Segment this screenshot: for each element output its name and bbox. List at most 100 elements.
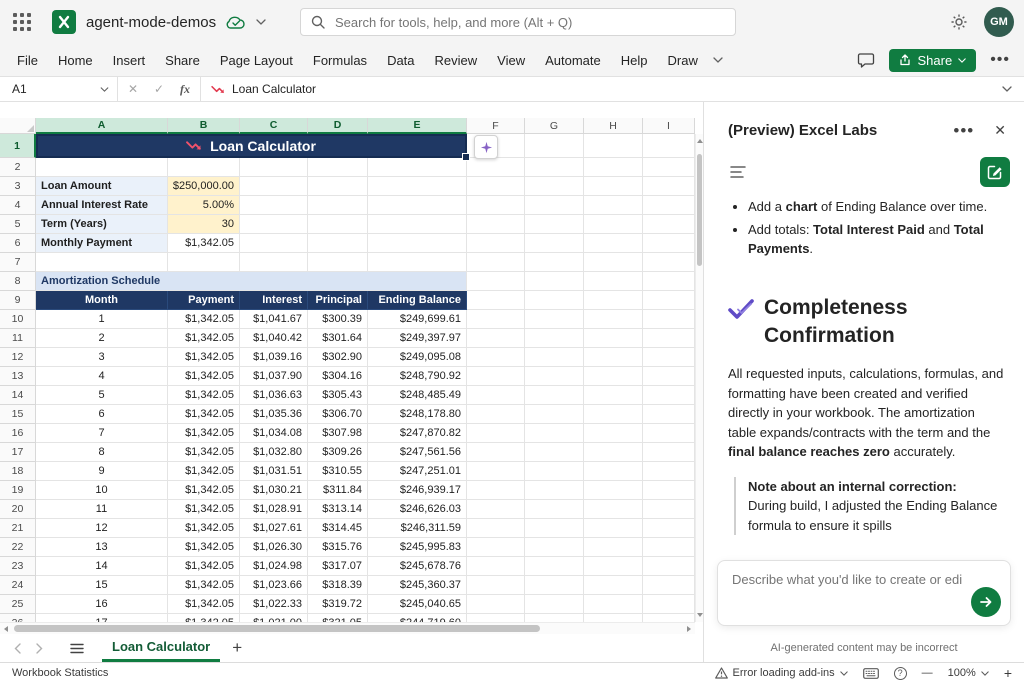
cell[interactable]: $245,995.83 bbox=[368, 538, 467, 557]
more-ribbon-tabs-chevron-icon[interactable] bbox=[707, 57, 729, 63]
cell[interactable]: $1,037.90 bbox=[240, 367, 308, 386]
cell[interactable] bbox=[643, 367, 695, 386]
cell[interactable]: $1,342.05 bbox=[168, 481, 240, 500]
cell[interactable]: $1,027.61 bbox=[240, 519, 308, 538]
cell[interactable]: $1,342.05 bbox=[168, 424, 240, 443]
column-header-B[interactable]: B bbox=[168, 118, 240, 134]
row-header-17[interactable]: 17 bbox=[0, 443, 36, 462]
cell[interactable] bbox=[643, 424, 695, 443]
cell[interactable]: $1,034.08 bbox=[240, 424, 308, 443]
all-sheets-menu-icon[interactable] bbox=[70, 643, 84, 654]
cell[interactable]: $1,342.05 bbox=[168, 595, 240, 614]
cell[interactable] bbox=[584, 215, 643, 234]
cell[interactable] bbox=[368, 234, 467, 253]
cell[interactable] bbox=[240, 177, 308, 196]
cell[interactable] bbox=[584, 177, 643, 196]
expand-formula-bar-chevron-icon[interactable] bbox=[990, 86, 1024, 92]
cell[interactable]: Ending Balance bbox=[368, 291, 467, 310]
column-header-G[interactable]: G bbox=[525, 118, 584, 134]
cell[interactable]: $321.05 bbox=[308, 614, 368, 622]
cell[interactable] bbox=[584, 291, 643, 310]
cell[interactable] bbox=[467, 500, 525, 519]
panel-more-options-icon[interactable]: ••• bbox=[953, 127, 974, 135]
cell[interactable]: $1,342.05 bbox=[168, 329, 240, 348]
cell[interactable]: Principal bbox=[308, 291, 368, 310]
cell[interactable]: $1,022.33 bbox=[240, 595, 308, 614]
chat-history-icon[interactable] bbox=[730, 165, 748, 179]
menu-tab-data[interactable]: Data bbox=[378, 48, 423, 73]
cell[interactable]: 13 bbox=[36, 538, 168, 557]
row-header-23[interactable]: 23 bbox=[0, 557, 36, 576]
cell[interactable]: 5.00% bbox=[168, 196, 240, 215]
cell[interactable]: 8 bbox=[36, 443, 168, 462]
cell[interactable] bbox=[643, 576, 695, 595]
cell[interactable]: $249,699.61 bbox=[368, 310, 467, 329]
cell[interactable] bbox=[525, 576, 584, 595]
cell[interactable] bbox=[643, 158, 695, 177]
search-bar[interactable] bbox=[300, 8, 736, 36]
previous-sheet-chevron-icon[interactable] bbox=[8, 643, 26, 654]
keyboard-shortcuts-icon[interactable] bbox=[863, 668, 879, 679]
cell[interactable]: $310.55 bbox=[308, 462, 368, 481]
cell[interactable] bbox=[467, 348, 525, 367]
cell[interactable]: $1,040.42 bbox=[240, 329, 308, 348]
menu-tab-insert[interactable]: Insert bbox=[104, 48, 155, 73]
row-header-22[interactable]: 22 bbox=[0, 538, 36, 557]
cell[interactable] bbox=[643, 272, 695, 291]
cell[interactable] bbox=[584, 614, 643, 622]
cell[interactable]: $245,360.37 bbox=[368, 576, 467, 595]
cell[interactable]: $249,397.97 bbox=[368, 329, 467, 348]
scroll-right-arrow-icon[interactable] bbox=[687, 626, 691, 632]
new-chat-button[interactable] bbox=[980, 157, 1010, 187]
cell[interactable]: Term (Years) bbox=[36, 215, 168, 234]
cell[interactable] bbox=[643, 234, 695, 253]
cell[interactable] bbox=[467, 291, 525, 310]
cell[interactable]: Payment bbox=[168, 291, 240, 310]
cell[interactable] bbox=[368, 215, 467, 234]
cell[interactable]: $1,028.91 bbox=[240, 500, 308, 519]
row-header-7[interactable]: 7 bbox=[0, 253, 36, 272]
cell[interactable]: Annual Interest Rate bbox=[36, 196, 168, 215]
cell[interactable] bbox=[467, 481, 525, 500]
cell[interactable]: $315.76 bbox=[308, 538, 368, 557]
cell[interactable] bbox=[584, 310, 643, 329]
row-header-19[interactable]: 19 bbox=[0, 481, 36, 500]
cell[interactable] bbox=[643, 500, 695, 519]
cell[interactable]: $1,342.05 bbox=[168, 500, 240, 519]
cell[interactable] bbox=[643, 134, 695, 158]
menu-tab-help[interactable]: Help bbox=[612, 48, 657, 73]
zoom-out-button[interactable]: — bbox=[922, 667, 933, 679]
cell[interactable] bbox=[36, 158, 168, 177]
cell[interactable] bbox=[368, 196, 467, 215]
name-box[interactable]: A1 bbox=[0, 77, 118, 101]
cell[interactable]: 5 bbox=[36, 386, 168, 405]
horizontal-scrollbar[interactable] bbox=[0, 622, 695, 634]
cloud-saved-icon[interactable] bbox=[226, 15, 246, 29]
cell[interactable]: $1,342.05 bbox=[168, 310, 240, 329]
cell[interactable]: $307.98 bbox=[308, 424, 368, 443]
send-prompt-button[interactable] bbox=[971, 587, 1001, 617]
cell[interactable]: 9 bbox=[36, 462, 168, 481]
cell[interactable]: $1,036.63 bbox=[240, 386, 308, 405]
cell[interactable]: 11 bbox=[36, 500, 168, 519]
cell[interactable]: $304.16 bbox=[308, 367, 368, 386]
cell[interactable] bbox=[643, 462, 695, 481]
menu-tab-file[interactable]: File bbox=[8, 48, 47, 73]
cell[interactable]: 15 bbox=[36, 576, 168, 595]
cell[interactable]: 3 bbox=[36, 348, 168, 367]
more-options-icon[interactable]: ••• bbox=[990, 55, 1010, 65]
cell[interactable] bbox=[308, 177, 368, 196]
cell[interactable] bbox=[643, 538, 695, 557]
cell[interactable] bbox=[525, 405, 584, 424]
cell[interactable] bbox=[584, 367, 643, 386]
cell[interactable]: Month bbox=[36, 291, 168, 310]
cell[interactable] bbox=[584, 462, 643, 481]
cell[interactable]: $1,035.36 bbox=[240, 405, 308, 424]
cell[interactable] bbox=[308, 215, 368, 234]
search-input[interactable] bbox=[333, 14, 725, 31]
cell[interactable] bbox=[467, 424, 525, 443]
cell[interactable]: 7 bbox=[36, 424, 168, 443]
cell[interactable] bbox=[525, 158, 584, 177]
cell[interactable] bbox=[584, 557, 643, 576]
cell[interactable]: 12 bbox=[36, 519, 168, 538]
